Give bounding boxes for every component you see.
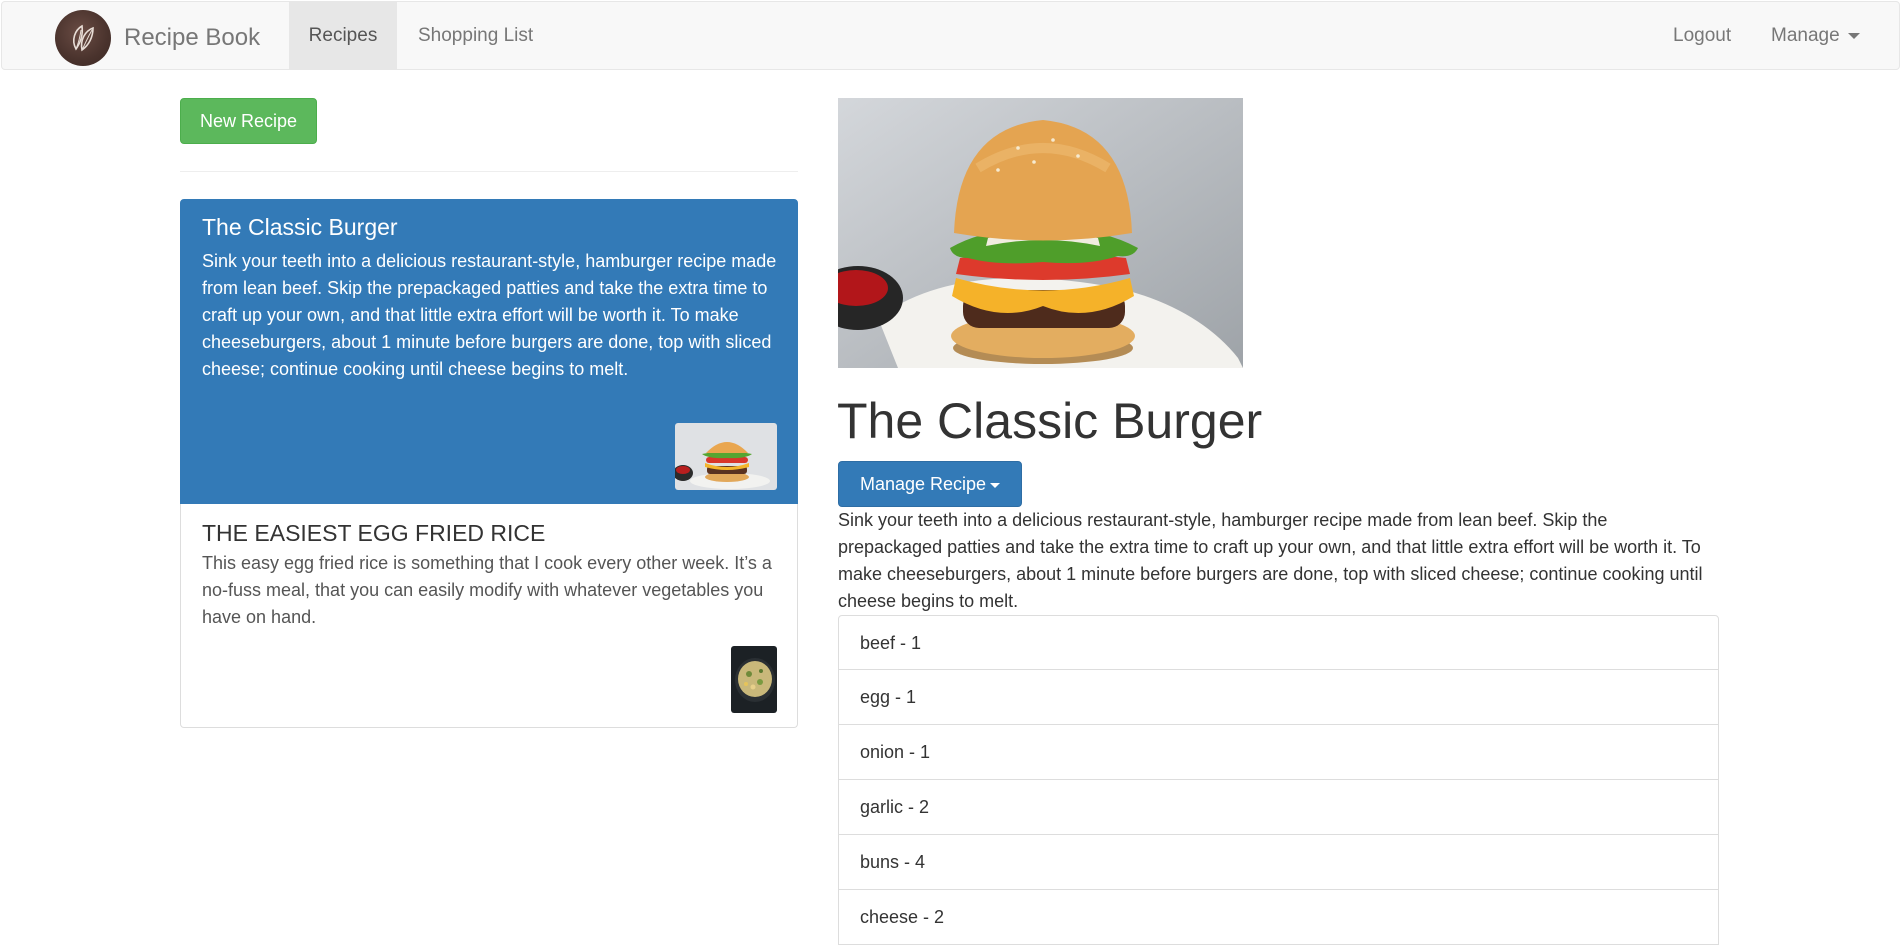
ingredient-item[interactable]: onion - 1 [838, 725, 1719, 780]
ingredient-item[interactable]: garlic - 2 [838, 780, 1719, 835]
recipe-hero-image [838, 98, 1243, 368]
brand-title[interactable]: Recipe Book [124, 24, 260, 52]
ingredient-item[interactable]: egg - 1 [838, 670, 1719, 725]
manage-recipe-label: Manage Recipe [859, 474, 987, 494]
brand-logo-icon[interactable] [55, 10, 111, 66]
nav-link-recipes[interactable]: Recipes [289, 2, 397, 70]
recipe-item-description: This easy egg fried rice is something th… [202, 553, 772, 627]
manage-recipe-button[interactable]: Manage Recipe [838, 461, 1022, 507]
ingredient-item[interactable]: buns - 4 [838, 835, 1719, 890]
recipe-item-description: Sink your teeth into a delicious restaur… [202, 251, 777, 379]
new-recipe-button[interactable]: New Recipe [180, 98, 317, 144]
top-navbar: Recipe Book Recipes Shopping List Logout… [1, 1, 1900, 70]
manage-dropdown-toggle[interactable]: Manage [1771, 2, 1860, 70]
recipe-detail-description: Sink your teeth into a delicious restaur… [838, 510, 1703, 611]
recipe-item-title: THE EASIEST EGG FRIED RICE [202, 520, 546, 546]
recipe-list-item-egg-fried-rice[interactable]: THE EASIEST EGG FRIED RICE This easy egg… [180, 504, 798, 728]
fried-rice-thumbnail-image [731, 646, 777, 713]
ingredient-item[interactable]: cheese - 2 [838, 890, 1719, 945]
nav-link-logout[interactable]: Logout [1673, 2, 1731, 70]
recipe-item-title: The Classic Burger [202, 214, 398, 240]
burger-thumbnail-image [675, 423, 777, 490]
recipe-list-item-classic-burger[interactable]: The Classic Burger Sink your teeth into … [180, 199, 798, 504]
caret-down-icon [1847, 32, 1860, 39]
manage-dropdown-label: Manage [1771, 25, 1840, 46]
nav-link-shopping-list[interactable]: Shopping List [418, 2, 533, 70]
ingredient-list: beef - 1 egg - 1 onion - 1 garlic - 2 bu… [838, 615, 1719, 945]
ingredient-item[interactable]: beef - 1 [838, 615, 1719, 670]
recipe-detail-title: The Classic Burger [837, 393, 1263, 449]
caret-down-icon [990, 482, 1001, 488]
divider [180, 171, 798, 172]
